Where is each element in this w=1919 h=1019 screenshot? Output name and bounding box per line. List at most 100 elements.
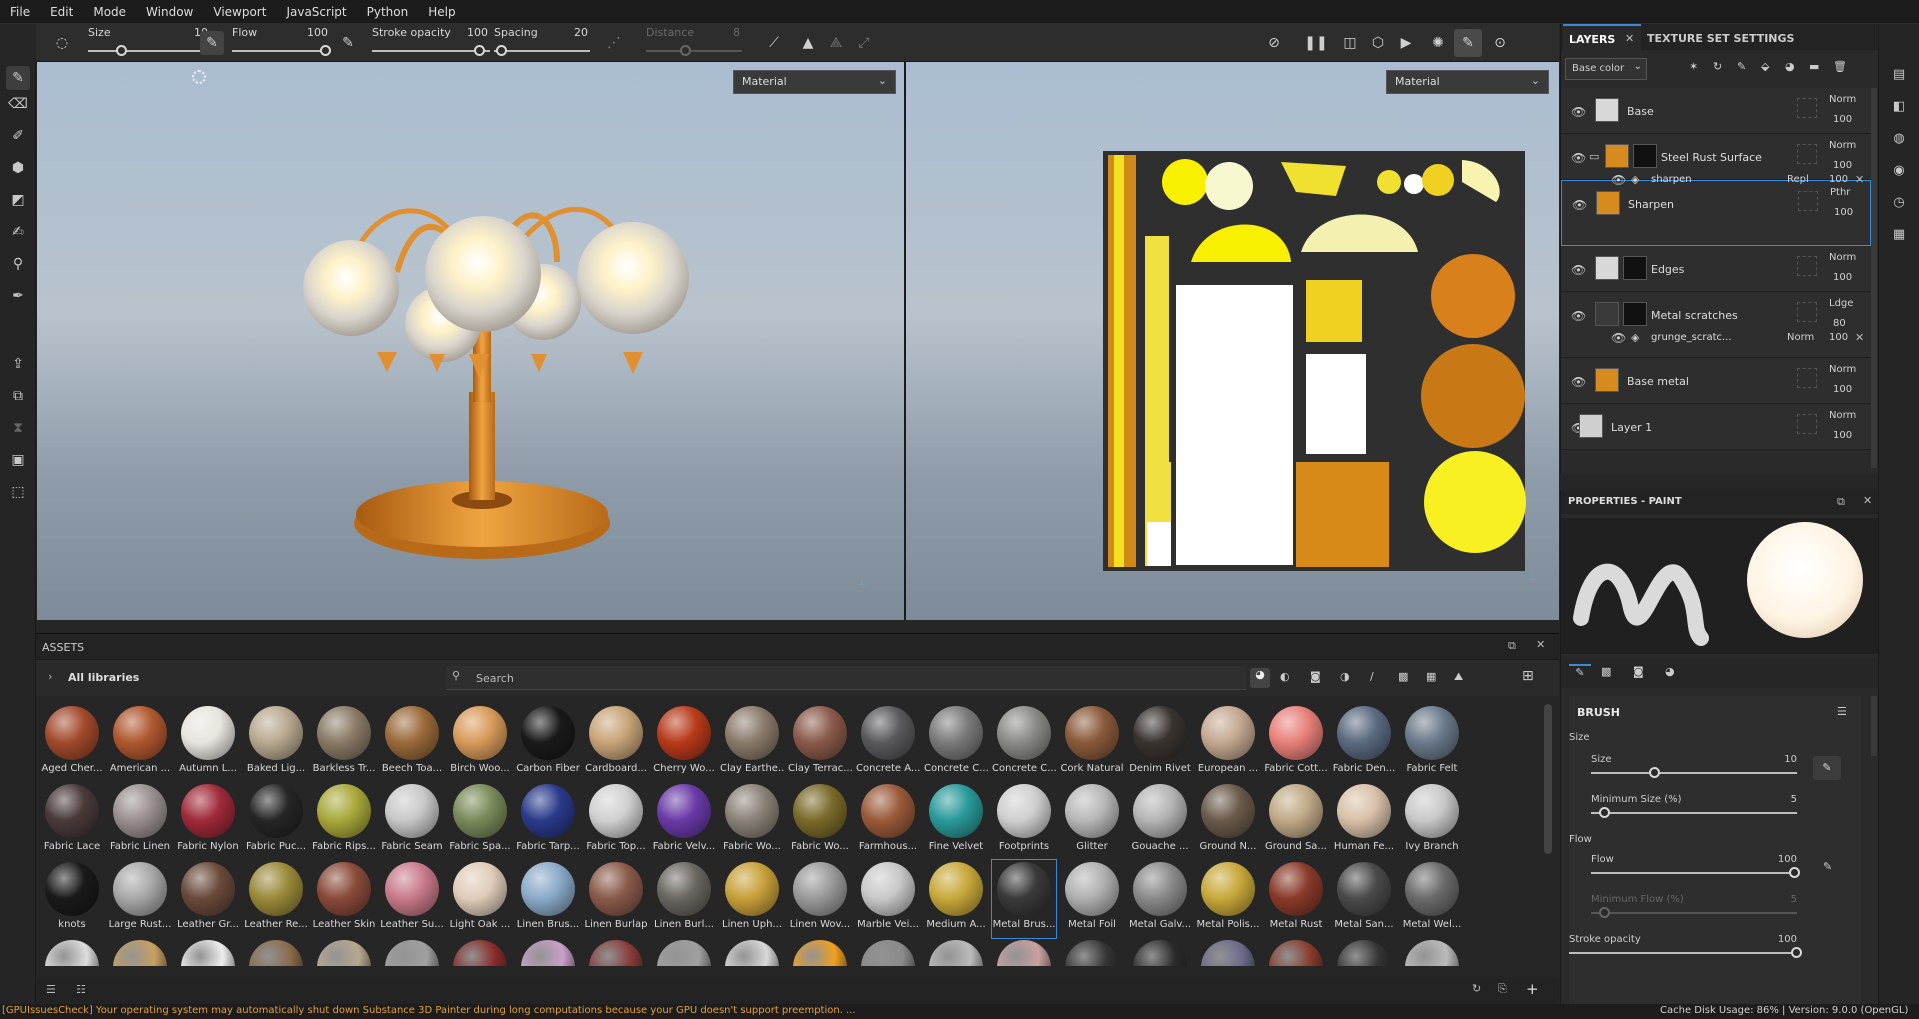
asset-tile[interactable]: Fabric Velv... [652, 782, 716, 860]
selection-lasso-icon[interactable]: ◌ [50, 31, 74, 55]
viewport-2d[interactable]: Material ⌄ ⊥ [906, 62, 1559, 620]
flow-value[interactable]: 100 [296, 26, 328, 39]
log-dock-icon[interactable]: ▦ [1889, 224, 1909, 244]
asset-tile[interactable]: Fabric Felt [1400, 704, 1464, 782]
projection-icon[interactable]: ✐ [6, 124, 30, 148]
layer-mask-slot[interactable] [1797, 302, 1817, 322]
blend-mode[interactable]: Norm [1829, 252, 1856, 263]
effect-opacity[interactable]: 100 [1829, 332, 1848, 343]
asset-tile[interactable] [1196, 938, 1260, 966]
asset-tile[interactable] [40, 938, 104, 966]
asset-tile[interactable] [176, 938, 240, 966]
asset-tile[interactable]: Birch Woo... [448, 704, 512, 782]
distance-value[interactable]: 8 [708, 26, 740, 39]
grid-view-icon[interactable]: ⊞ [1522, 668, 1534, 684]
menu-item-python[interactable]: Python [357, 0, 419, 24]
alpha-tab-icon[interactable]: ▩ [1601, 665, 1611, 678]
asset-tile[interactable]: Fabric Seam [380, 782, 444, 860]
flow-pressure-icon[interactable]: ✎ [336, 31, 360, 55]
asset-tile[interactable]: Leather Re... [244, 860, 308, 938]
alphas-filter-icon[interactable]: ▩ [1398, 670, 1408, 683]
display-dock-icon[interactable]: ◧ [1889, 96, 1909, 116]
asset-tile[interactable] [516, 938, 580, 966]
asset-tile[interactable]: Cherry Wo... [652, 704, 716, 782]
geometry-mask-icon[interactable]: ⬢ [6, 156, 30, 180]
brushes-filter-icon[interactable]: / [1370, 670, 1374, 683]
asset-tile[interactable]: Concrete C... [992, 704, 1056, 782]
layer-opacity[interactable]: 100 [1833, 114, 1852, 125]
tab-texture-set-settings[interactable]: TEXTURE SET SETTINGS [1647, 32, 1794, 45]
stroke-opacity-value[interactable]: 100 [1749, 934, 1797, 945]
masks-filter-icon[interactable]: ◙ [1310, 670, 1321, 683]
asset-tile[interactable]: Footprints [992, 782, 1056, 860]
asset-tile[interactable]: Ground N... [1196, 782, 1260, 860]
layer-row[interactable]: 👁 Edges Norm 100 [1561, 246, 1871, 292]
layer-opacity[interactable]: 100 [1834, 207, 1853, 218]
eye-icon[interactable]: 👁 [1611, 332, 1627, 344]
size-slider[interactable] [88, 50, 208, 52]
asset-tile[interactable] [448, 938, 512, 966]
asset-tile[interactable] [1128, 938, 1192, 966]
eye-icon[interactable]: 👁 [1571, 264, 1587, 276]
layers-dock-icon[interactable]: ▤ [1889, 64, 1909, 84]
material-tab-icon[interactable]: ◕ [1665, 665, 1675, 678]
asset-tile[interactable]: Metal Galv... [1128, 860, 1192, 938]
asset-tile[interactable]: Fabric Rips... [312, 782, 376, 860]
asset-tile[interactable]: Cardboard... [584, 704, 648, 782]
tab-layers[interactable]: LAYERS ✕ [1563, 24, 1641, 50]
history-dock-icon[interactable]: ◷ [1889, 192, 1909, 212]
spacing-slider[interactable] [494, 50, 590, 52]
flow-slider[interactable] [232, 50, 330, 52]
eye-icon[interactable]: 👁 [1571, 106, 1587, 118]
layer-mask-slot[interactable] [1797, 144, 1817, 164]
asset-tile[interactable]: Concrete A... [856, 704, 920, 782]
distance-slider[interactable] [646, 50, 742, 52]
stroke-opacity-handle[interactable] [1791, 947, 1802, 958]
minimum-flow-slider[interactable] [1591, 912, 1797, 914]
asset-tile[interactable]: knots [40, 860, 104, 938]
asset-tile[interactable]: Metal Brus... [991, 859, 1057, 939]
spacing-value[interactable]: 20 [556, 26, 588, 39]
undock-icon[interactable]: ⧉ [1837, 495, 1845, 509]
brush-size-slider[interactable] [1591, 772, 1797, 774]
add-mask-icon[interactable]: ◕ [1785, 60, 1795, 73]
eye-icon[interactable]: 👁 [1611, 174, 1627, 186]
eye-icon[interactable]: 👁 [1571, 310, 1587, 322]
minimum-size-handle[interactable] [1599, 807, 1610, 818]
asset-tile[interactable]: Marble Vei... [856, 860, 920, 938]
lazy-mouse-icon[interactable]: ⋰ [602, 31, 626, 55]
eraser-icon[interactable]: ⌫ [6, 92, 30, 116]
blend-mode[interactable]: Norm [1829, 94, 1856, 105]
asset-tile[interactable]: Carbon Fiber [516, 704, 580, 782]
brush-flow-value[interactable]: 100 [1749, 854, 1797, 865]
asset-tile[interactable]: Linen Burlap [584, 860, 648, 938]
asset-tile[interactable]: Fabric Wo... [788, 782, 852, 860]
undock-icon[interactable]: ⧉ [1508, 639, 1516, 653]
viewport-3d[interactable]: Material ⌄ ⊥ [37, 62, 905, 620]
asset-tile[interactable]: Farmhous... [856, 782, 920, 860]
clone-stamp-icon[interactable]: ⚲ [6, 252, 30, 276]
close-icon[interactable]: ✕ [1855, 331, 1864, 344]
add-icon[interactable]: + [1526, 980, 1539, 998]
add-filter-icon[interactable]: ↻ [1713, 60, 1722, 73]
display-settings-icon[interactable]: ▣ [6, 448, 30, 472]
asset-tile[interactable]: Aged Cher... [40, 704, 104, 782]
asset-tile[interactable]: Fine Velvet [924, 782, 988, 860]
blend-mode[interactable]: Norm [1829, 410, 1856, 421]
asset-tile[interactable]: Fabric Den... [1332, 704, 1396, 782]
asset-tile[interactable]: Beech Toa... [380, 704, 444, 782]
blend-mode[interactable]: Ldge [1829, 298, 1853, 309]
layer-mask-slot[interactable] [1797, 98, 1817, 118]
smart-materials-filter-icon[interactable]: ◐ [1280, 670, 1290, 683]
asset-tile[interactable]: Autumn L... [176, 704, 240, 782]
asset-tile[interactable]: Metal San... [1332, 860, 1396, 938]
camera-video-icon[interactable]: ▶ [1394, 31, 1418, 55]
properties-scrollbar[interactable] [1871, 696, 1877, 756]
hide-icon[interactable]: ⊘ [1262, 31, 1286, 55]
delete-icon[interactable]: 🗑 [1833, 60, 1847, 73]
split-view-icon[interactable]: ◫ [1338, 31, 1362, 55]
menu-item-viewport[interactable]: Viewport [203, 0, 276, 24]
size-slider-handle[interactable] [116, 45, 127, 56]
camera-icon[interactable]: ⊙ [1488, 31, 1512, 55]
minimum-flow-handle[interactable] [1599, 907, 1610, 918]
